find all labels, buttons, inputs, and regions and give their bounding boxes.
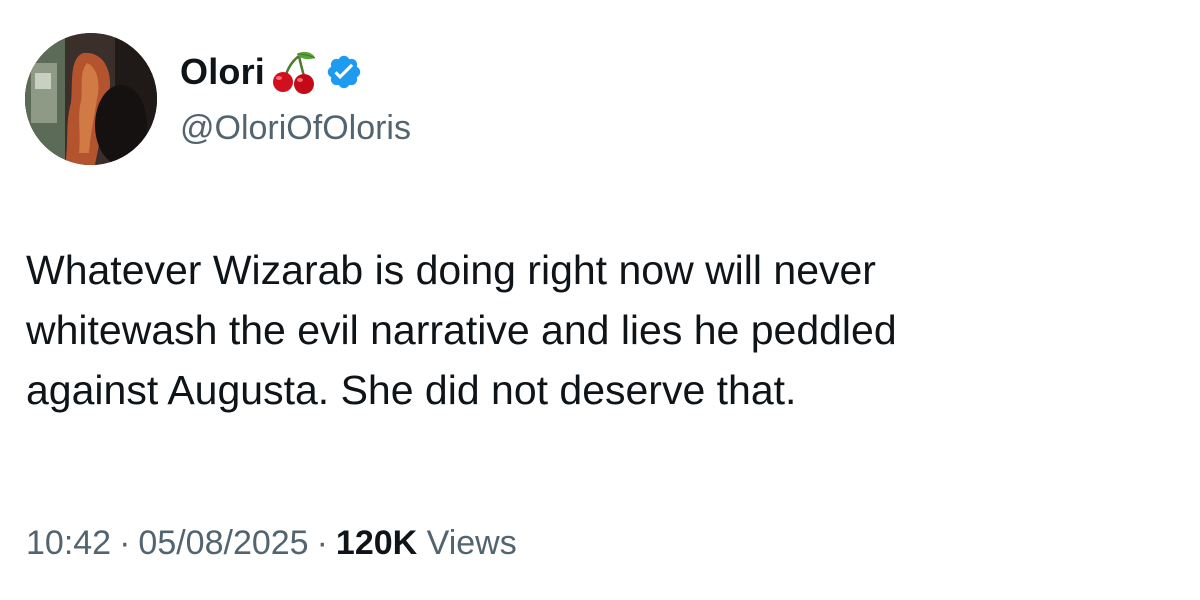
tweet-date[interactable]: 05/08/2025 bbox=[138, 524, 308, 562]
meta-separator: · bbox=[316, 524, 328, 562]
tweet-meta: 10:42 · 05/08/2025 · 120K Views bbox=[26, 515, 517, 571]
avatar[interactable] bbox=[25, 33, 157, 165]
views-count: 120K bbox=[335, 524, 418, 562]
meta-separator: · bbox=[119, 524, 131, 562]
avatar-photo bbox=[25, 33, 157, 165]
verified-badge-icon[interactable] bbox=[325, 53, 363, 91]
tweet-time[interactable]: 10:42 bbox=[26, 524, 111, 562]
tweet-text-line: Whatever Wizarab is doing right now will… bbox=[26, 247, 876, 293]
tweet-text-line: against Augusta. She did not deserve tha… bbox=[26, 367, 797, 413]
cherries-icon bbox=[273, 51, 316, 94]
author-name-row: Olori bbox=[180, 44, 363, 100]
tweet-text: Whatever Wizarab is doing right now will… bbox=[26, 240, 1176, 420]
views-label: Views bbox=[426, 524, 517, 562]
author-handle[interactable]: @OloriOfOloris bbox=[180, 106, 411, 150]
tweet-card: Olori @OloriOfOloris Whatever Wizarab is… bbox=[0, 0, 1200, 600]
author-display-name[interactable]: Olori bbox=[180, 44, 265, 100]
tweet-text-line: whitewash the evil narrative and lies he… bbox=[26, 307, 897, 353]
